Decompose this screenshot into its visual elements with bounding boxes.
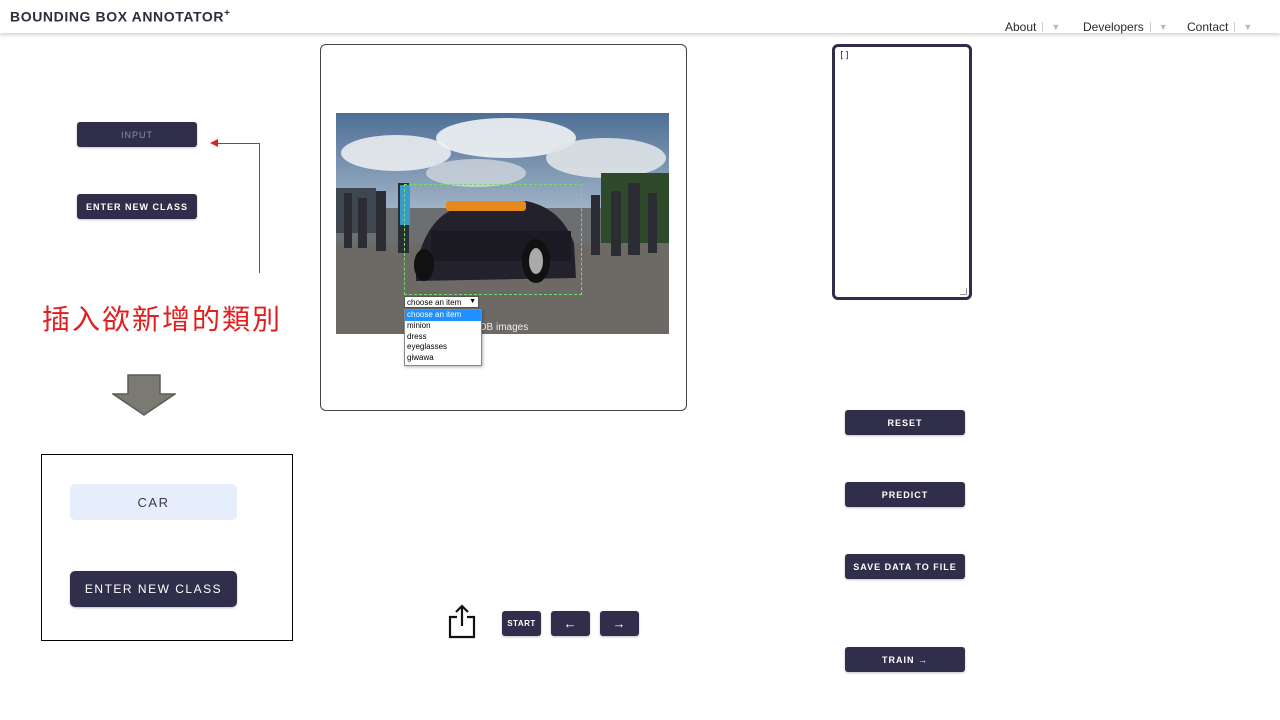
- chevron-down-icon: ▼: [1158, 22, 1168, 32]
- input-button[interactable]: INPUT: [77, 122, 197, 147]
- class-dropdown-list: choose an item minion dress eyeglasses g…: [404, 309, 482, 366]
- nav-about[interactable]: About ▼: [1005, 20, 1060, 34]
- share-icon[interactable]: [447, 603, 477, 639]
- app-logo[interactable]: BOUNDING BOX ANNOTATOR+: [10, 8, 231, 25]
- example-inset: [41, 454, 293, 641]
- chevron-down-icon: ▼: [1051, 22, 1061, 32]
- nav-developers[interactable]: Developers ▼: [1083, 20, 1168, 34]
- previous-button[interactable]: ←: [551, 611, 590, 636]
- save-data-button[interactable]: SAVE DATA TO FILE: [845, 554, 965, 579]
- bounding-box[interactable]: [404, 184, 582, 295]
- train-button[interactable]: TRAIN →: [845, 647, 965, 672]
- resize-handle-icon[interactable]: [960, 288, 967, 295]
- reset-button[interactable]: RESET: [845, 410, 965, 435]
- dropdown-option[interactable]: minion: [405, 321, 481, 332]
- annotation-arrow-line: [259, 143, 260, 273]
- annotation-label: 插入欲新增的類別: [42, 303, 283, 336]
- dropdown-option[interactable]: choose an item: [405, 310, 481, 321]
- class-select[interactable]: choose an item ▼: [404, 296, 479, 308]
- dropdown-option[interactable]: eyeglasses: [405, 342, 481, 353]
- class-input-field[interactable]: CAR: [70, 484, 237, 520]
- chevron-down-icon: ▼: [1243, 22, 1253, 32]
- annotation-output-textarea[interactable]: []: [832, 44, 972, 300]
- arrow-down-icon: [112, 374, 176, 416]
- nav-contact[interactable]: Contact ▼: [1187, 20, 1252, 34]
- dropdown-option[interactable]: dress: [405, 332, 481, 343]
- dropdown-option[interactable]: giwawa: [405, 353, 481, 364]
- arrow-left-icon: [210, 139, 218, 147]
- annotation-arrow-line: [214, 143, 260, 144]
- next-button[interactable]: →: [600, 611, 639, 636]
- chevron-down-icon: ▼: [469, 298, 476, 305]
- start-button[interactable]: START: [502, 611, 541, 636]
- enter-new-class-button[interactable]: ENTER NEW CLASS: [77, 194, 197, 219]
- enter-new-class-button-large[interactable]: ENTER NEW CLASS: [70, 571, 237, 607]
- predict-button[interactable]: PREDICT: [845, 482, 965, 507]
